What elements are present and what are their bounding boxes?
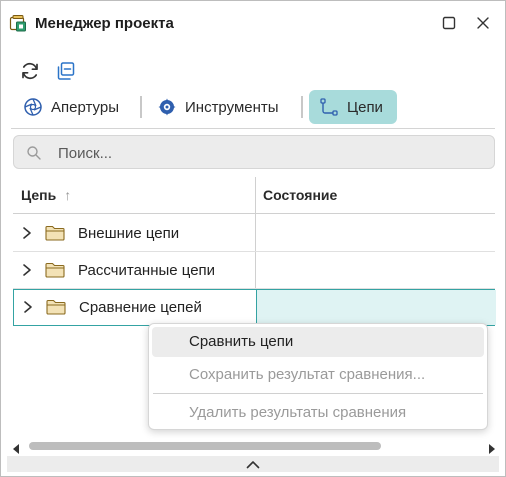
horizontal-scrollbar[interactable]: [13, 438, 495, 454]
refresh-button[interactable]: [17, 57, 43, 85]
chevron-up-icon: [246, 460, 260, 468]
net-icon: [319, 97, 339, 117]
expand-chevron-icon[interactable]: [21, 226, 33, 240]
column-header-net[interactable]: Цепь ↑: [21, 187, 71, 203]
folder-icon: [46, 299, 66, 315]
maximize-button[interactable]: [439, 13, 459, 33]
tab-tools-label: Инструменты: [185, 98, 279, 116]
folder-icon: [45, 262, 65, 278]
scroll-left-icon[interactable]: [13, 441, 21, 457]
column-header-net-label: Цепь: [21, 187, 57, 203]
tab-bar: Апертуры Инструменты Цепи: [13, 90, 493, 125]
scrollbar-thumb[interactable]: [29, 442, 381, 450]
tool-icon: [157, 97, 177, 117]
tab-apertures-label: Апертуры: [51, 98, 119, 116]
project-manager-icon: [9, 14, 27, 32]
table-header: Цепь ↑ Состояние: [13, 177, 495, 214]
close-button[interactable]: [473, 13, 493, 33]
expand-chevron-icon[interactable]: [22, 300, 34, 314]
tab-divider: [301, 96, 303, 118]
scroll-right-icon[interactable]: [487, 441, 495, 457]
sort-ascending-icon: ↑: [64, 187, 72, 203]
collapse-all-icon: [57, 62, 75, 80]
tab-nets[interactable]: Цепи: [309, 90, 397, 124]
bottom-panel-toggle[interactable]: [7, 456, 499, 472]
tab-nets-label: Цепи: [347, 98, 383, 116]
window-title: Менеджер проекта: [35, 15, 174, 32]
collapse-all-button[interactable]: [53, 57, 79, 85]
maximize-icon: [442, 16, 456, 30]
row-label: Внешние цепи: [78, 225, 180, 242]
search-input[interactable]: [58, 142, 478, 164]
tab-apertures[interactable]: Апертуры: [13, 90, 135, 124]
project-manager-window: Менеджер проекта Апертуры Инструменты Це…: [0, 0, 506, 477]
search-icon: [26, 145, 42, 161]
column-header-state[interactable]: Состояние: [263, 187, 337, 203]
menu-item-compare-nets[interactable]: Сравнить цепи: [152, 327, 484, 357]
row-label: Рассчитанные цепи: [78, 262, 216, 279]
expand-chevron-icon[interactable]: [21, 263, 33, 277]
menu-separator: [153, 393, 483, 394]
toolbar: [1, 57, 505, 85]
title-bar: Менеджер проекта: [1, 1, 505, 45]
table-row[interactable]: Рассчитанные цепи: [13, 252, 495, 289]
refresh-icon: [22, 62, 38, 80]
close-icon: [477, 17, 489, 29]
folder-icon: [45, 225, 65, 241]
tab-tools[interactable]: Инструменты: [151, 90, 297, 124]
menu-item-save-comparison: Сохранить результат сравнения...: [189, 366, 426, 383]
context-menu: Сравнить цепи Сохранить результат сравне…: [148, 323, 488, 430]
tab-bar-underline: [11, 128, 495, 129]
row-label: Сравнение цепей: [79, 299, 202, 316]
search-box: [13, 135, 495, 169]
table-row[interactable]: Внешние цепи: [13, 215, 495, 252]
menu-item-delete-comparison: Удалить результаты сравнения: [189, 404, 407, 421]
aperture-icon: [23, 97, 43, 117]
tab-divider: [140, 96, 142, 118]
row-state-cell: [256, 290, 496, 325]
table-row-selected[interactable]: Сравнение цепей: [13, 289, 496, 326]
